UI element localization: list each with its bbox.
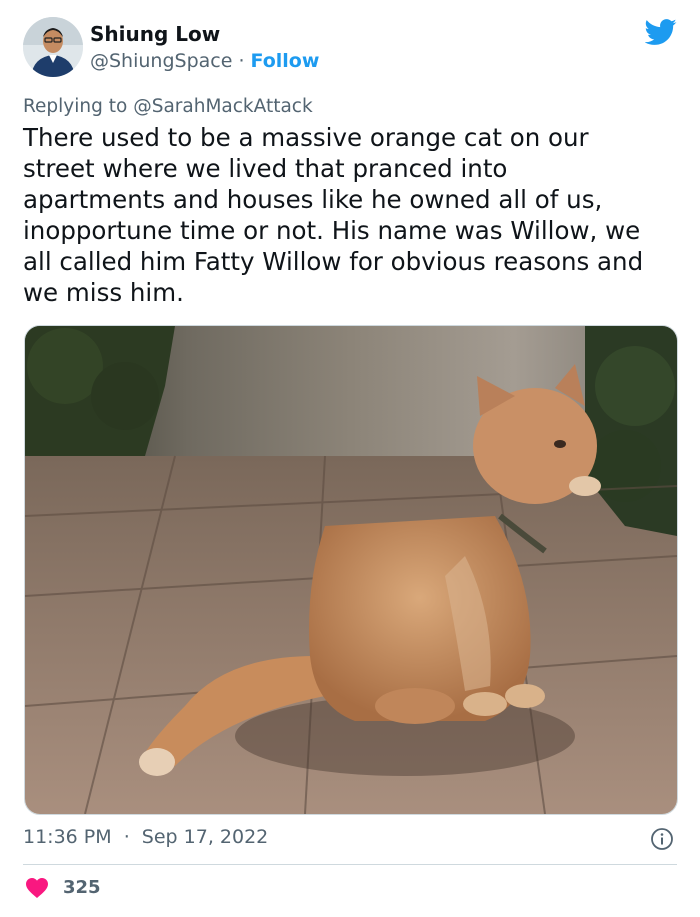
tweet-line: inopportune time or not. His name was Wi… <box>23 216 641 245</box>
info-icon[interactable] <box>650 827 674 851</box>
separator-dot: · <box>123 826 130 848</box>
author-handle[interactable]: @ShiungSpace <box>90 50 232 72</box>
cat-photo-illustration <box>25 326 677 814</box>
reply-prefix: Replying to <box>23 96 128 117</box>
avatar-photo <box>23 17 83 77</box>
tweet-text: There used to be a massive orange cat on… <box>23 122 683 308</box>
avatar[interactable] <box>23 17 83 77</box>
reply-to-link[interactable]: @SarahMackAttack <box>133 96 313 117</box>
reply-context: Replying to @SarahMackAttack <box>23 96 313 117</box>
author-name[interactable]: Shiung Low <box>90 22 220 46</box>
author-handle-row: @ShiungSpace · Follow <box>90 50 319 72</box>
tweet-photo[interactable] <box>24 325 678 815</box>
timestamp[interactable]: 11:36 PM · Sep 17, 2022 <box>23 826 268 848</box>
tweet-line: There used to be a massive orange cat on… <box>23 123 589 152</box>
tweet-time: 11:36 PM <box>23 826 112 848</box>
tweet-line: all called him Fatty Willow for obvious … <box>23 247 644 276</box>
bird-icon[interactable] <box>645 16 677 48</box>
tweet-card: Shiung Low @ShiungSpace · Follow Replying … <box>0 0 700 917</box>
tweet-line: we miss him. <box>23 278 184 307</box>
divider <box>23 864 677 865</box>
tweet-line: street where we lived that pranced into <box>23 154 508 183</box>
follow-button[interactable]: Follow <box>250 50 319 72</box>
tweet-line: apartments and houses like he owned all … <box>23 185 603 214</box>
separator-dot: · <box>238 50 245 72</box>
like-count[interactable]: 325 <box>63 877 101 898</box>
tweet-date: Sep 17, 2022 <box>141 826 269 848</box>
heart-icon[interactable] <box>25 877 49 899</box>
